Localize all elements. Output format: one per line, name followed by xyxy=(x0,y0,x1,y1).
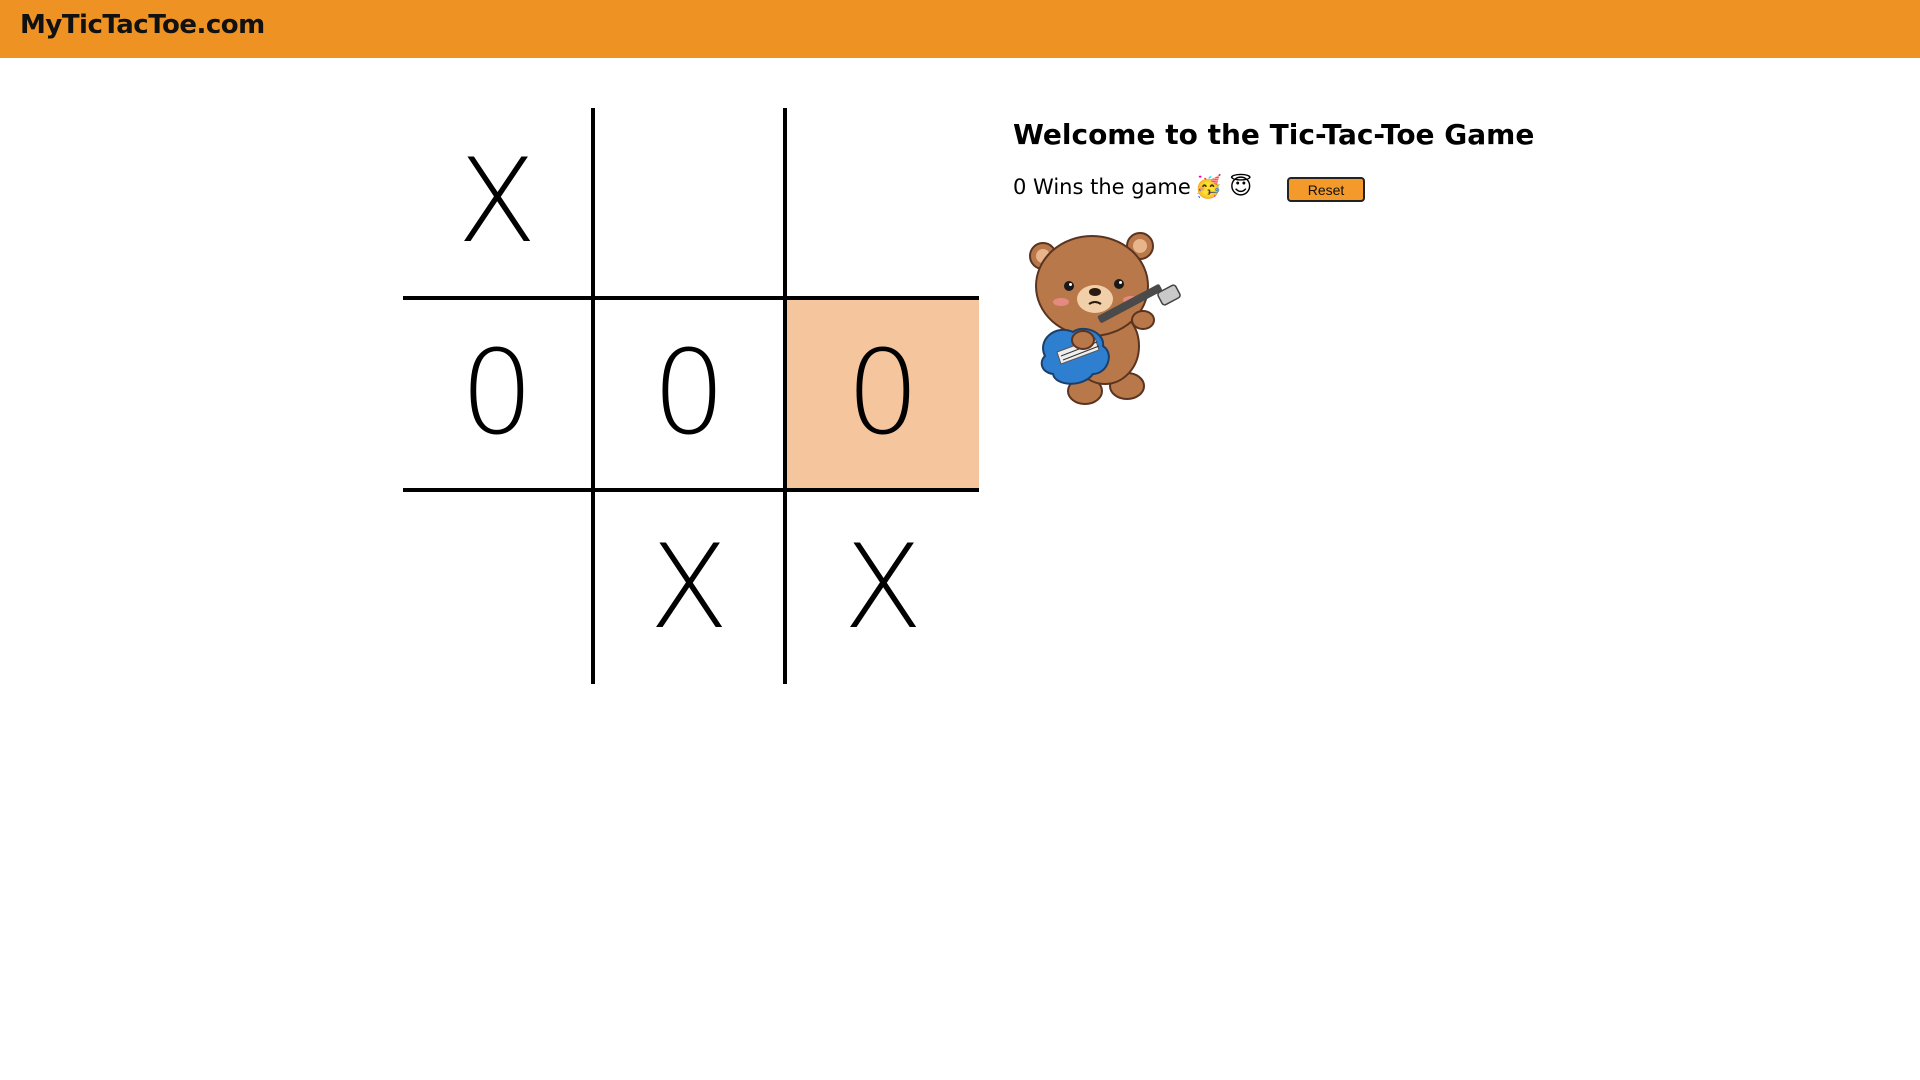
info-panel: Welcome to the Tic-Tac-Toe Game 0 Wins t… xyxy=(1013,118,1633,405)
site-logo-text[interactable]: MyTicTacToe.com xyxy=(20,10,265,40)
page-title: Welcome to the Tic-Tac-Toe Game xyxy=(1013,118,1535,151)
board-cell-2[interactable] xyxy=(787,108,979,300)
game-status: 0 Wins the game 🥳 😇 xyxy=(1013,175,1252,200)
status-text: 0 Wins the game xyxy=(1013,175,1191,199)
board-cell-1[interactable] xyxy=(595,108,787,300)
teddy-bear-guitar-icon xyxy=(1029,232,1181,405)
celebration-emoji-icon: 🥳 😇 xyxy=(1194,175,1253,200)
top-navbar: MyTicTacToe.com xyxy=(0,0,1920,58)
board-cell-8[interactable]: X xyxy=(787,492,979,684)
status-row: 0 Wins the game 🥳 😇 Reset xyxy=(1013,173,1633,207)
board-cell-4[interactable]: 0 xyxy=(595,300,787,492)
board-cell-0[interactable]: X xyxy=(403,108,595,300)
board-cell-6[interactable] xyxy=(403,492,595,684)
board-cell-7[interactable]: X xyxy=(595,492,787,684)
reset-button[interactable]: Reset xyxy=(1287,177,1365,202)
board-cell-5[interactable]: 0 xyxy=(787,300,979,492)
game-board: X 0 0 0 X X xyxy=(403,108,979,684)
board-cell-3[interactable]: 0 xyxy=(403,300,595,492)
